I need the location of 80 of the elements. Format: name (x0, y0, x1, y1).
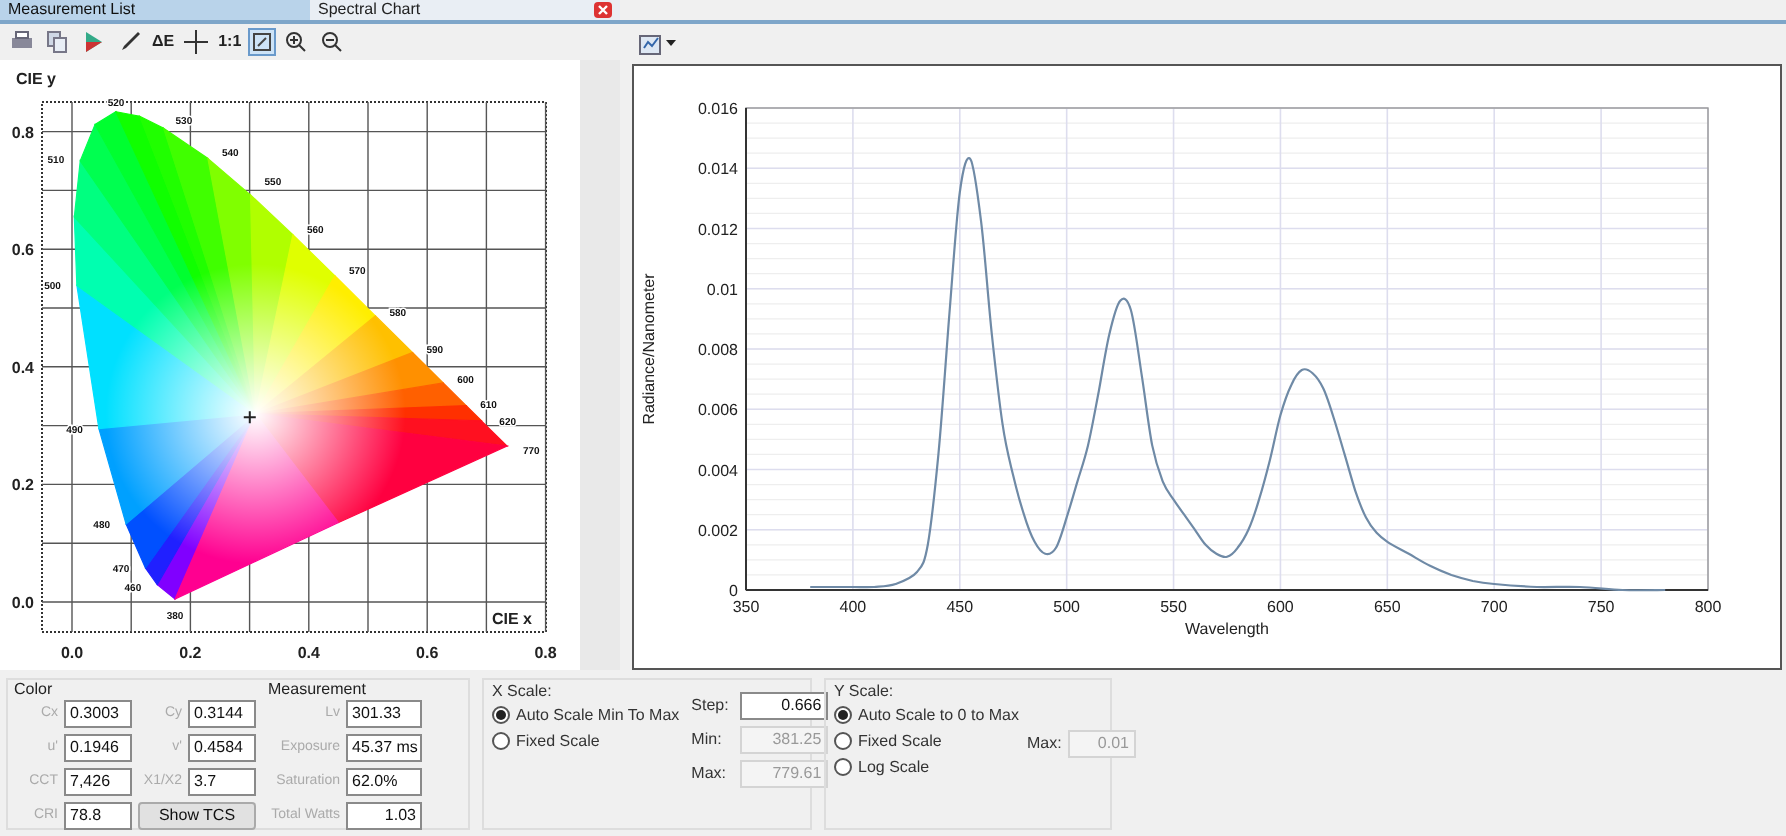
tick-label: 0.016 (697, 100, 738, 118)
value-field[interactable]: 78.8 (64, 802, 132, 830)
value-field[interactable]: 3.7 (188, 768, 256, 796)
zoom-out-icon[interactable] (319, 30, 344, 54)
printer-icon[interactable] (10, 30, 34, 54)
tab[interactable]: Measurement List (0, 0, 310, 20)
radio-label: Auto Scale to 0 to Max (858, 703, 1019, 727)
toolbar-button[interactable]: ΔE (150, 28, 177, 56)
chromaticity-point-marker (242, 410, 257, 425)
toolbar-button[interactable]: 1:1 (216, 28, 244, 56)
pen-icon[interactable] (118, 30, 142, 54)
radio-label: Log Scale (858, 755, 930, 779)
group-title: Color (14, 680, 55, 700)
radio-label: Fixed Scale (858, 729, 942, 753)
crosshair-icon[interactable] (184, 30, 209, 54)
value-field[interactable]: 0.3003 (64, 700, 132, 728)
axis-title: CIE x (492, 610, 533, 628)
tick-label: 550 (1160, 598, 1187, 616)
axis-title: Radiance/Nanometer (640, 273, 658, 425)
tick-label: 0.012 (697, 220, 738, 239)
tick-label: 400 (839, 598, 867, 616)
copy-icon[interactable] (46, 30, 70, 54)
tick-label: 0.2 (179, 644, 202, 662)
value-field[interactable]: 45.37 ms (346, 734, 422, 762)
field-label: Min: (691, 728, 724, 752)
field-label: Max: (1027, 732, 1063, 756)
tick-label: 0.006 (697, 401, 738, 420)
tick-label: 0.2 (11, 476, 34, 495)
tick-label: 0.002 (697, 521, 738, 540)
tick-label: 0.6 (416, 644, 439, 662)
radio-button[interactable] (492, 732, 510, 750)
value-field[interactable]: 0.3144 (188, 700, 256, 728)
field-label: Max: (691, 762, 729, 786)
color-triangle-icon[interactable] (82, 30, 106, 54)
group-title: Measurement (268, 680, 368, 700)
chart-options-icon[interactable] (638, 33, 662, 55)
tick-label: 0.4 (11, 358, 34, 377)
tick-label: 0.008 (697, 341, 738, 359)
value-field[interactable]: 0.666 (739, 692, 828, 720)
tick-label: 700 (1480, 598, 1508, 616)
tick-label: 0.004 (697, 461, 738, 480)
radio-button[interactable] (834, 732, 852, 750)
close-icon[interactable] (594, 2, 612, 18)
radio-button[interactable] (834, 758, 852, 776)
tick-label: 0 (729, 582, 738, 600)
tick-label: 750 (1587, 598, 1615, 616)
tick-label: 800 (1694, 598, 1722, 616)
radio-label: Auto Scale Min To Max (516, 703, 680, 727)
fit-view-button[interactable] (247, 28, 276, 56)
caret-icon[interactable] (666, 40, 676, 48)
show-tcs-button[interactable]: Show TCS (138, 802, 256, 830)
tick-label: 0.01 (706, 280, 738, 299)
tick-label: 0.6 (11, 241, 34, 260)
radio-label: Fixed Scale (516, 729, 600, 753)
tick-label: 450 (946, 598, 974, 616)
zoom-in-icon[interactable] (283, 30, 308, 54)
tick-label: 0.014 (697, 160, 738, 179)
tick-label: 500 (1053, 598, 1081, 616)
value-field[interactable]: 7,426 (64, 768, 132, 796)
tick-label: 0.4 (297, 644, 320, 662)
value-field[interactable]: 62.0% (346, 768, 422, 796)
tick-label: 0.8 (11, 123, 34, 142)
axis-title: Wavelength (1185, 620, 1269, 638)
field-label: Step: (691, 694, 731, 718)
group-title: Y Scale: (834, 680, 896, 702)
value-field[interactable]: 301.33 (346, 700, 422, 728)
radio-button[interactable] (492, 706, 510, 724)
value-field[interactable]: 0.1946 (64, 734, 132, 762)
tick-label: 350 (732, 598, 760, 616)
tick-label: 0.0 (60, 644, 84, 662)
group-title: X Scale: (492, 680, 554, 702)
tab[interactable]: Spectral Chart (310, 0, 620, 20)
tick-label: 0.8 (534, 644, 557, 662)
tick-label: 650 (1373, 598, 1401, 616)
tick-label: 600 (1267, 598, 1294, 616)
radio-button[interactable] (834, 706, 852, 724)
value-field[interactable]: 1.03 (346, 802, 422, 830)
value-field[interactable]: 0.4584 (188, 734, 256, 762)
axis-title: CIE y (16, 70, 57, 88)
tick-label: 0.0 (11, 594, 34, 612)
